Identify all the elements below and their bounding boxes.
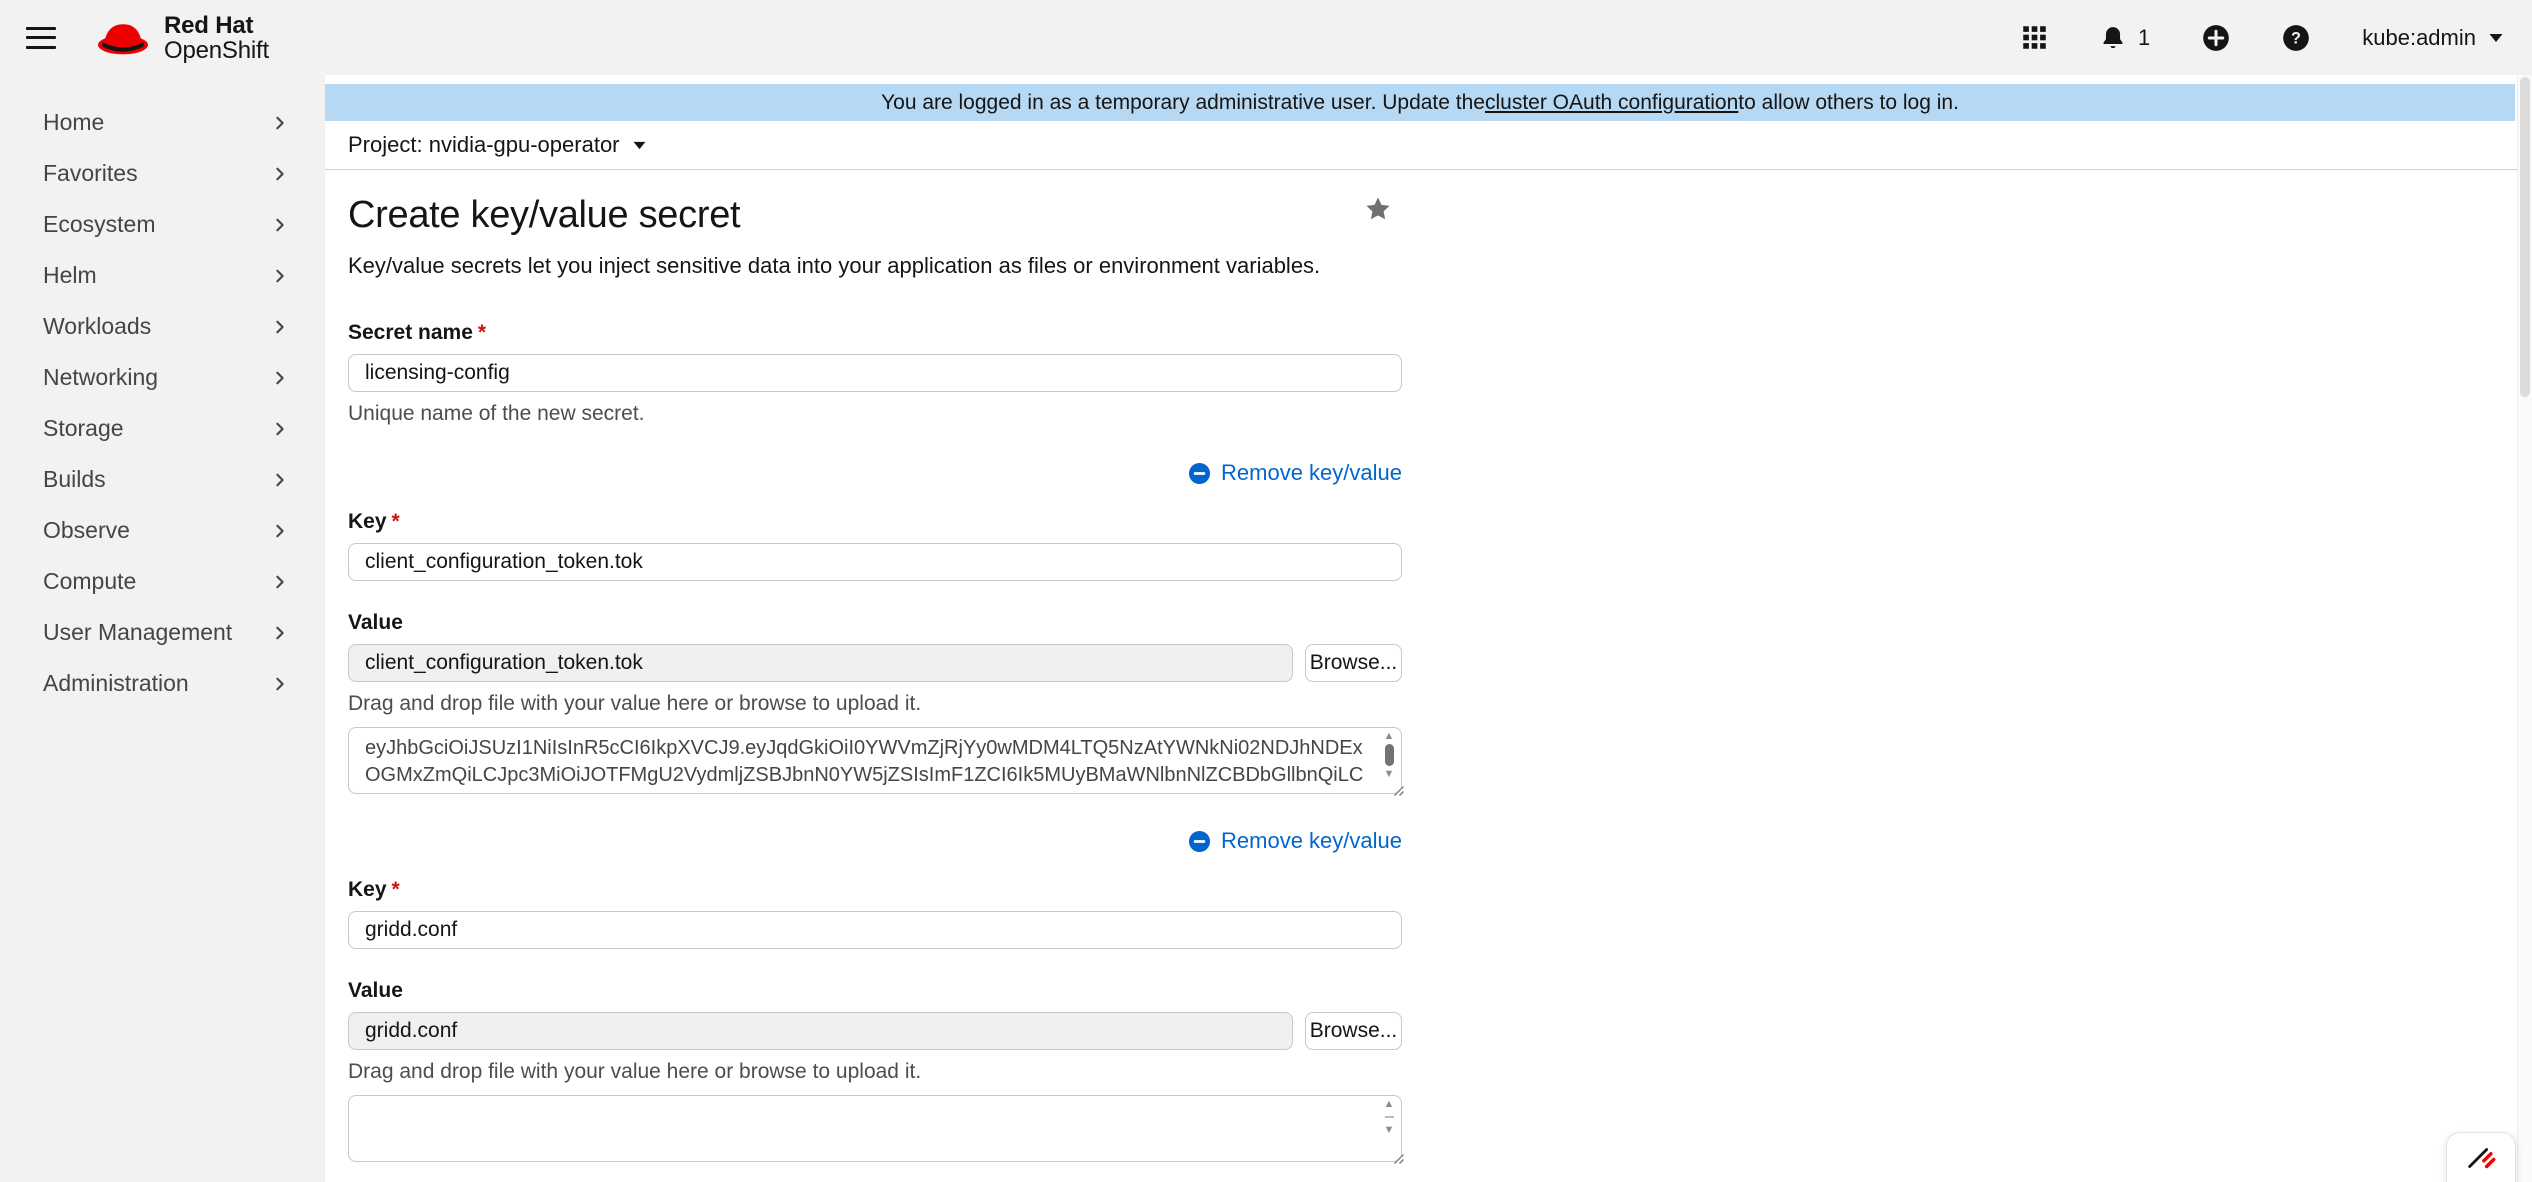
chevron-right-icon (271, 522, 289, 540)
chevron-right-icon (271, 165, 289, 183)
redhat-fedora-icon (92, 16, 154, 60)
page-title: Create key/value secret (348, 194, 2509, 237)
signal-broken-icon (2464, 1141, 2498, 1175)
chevron-right-icon (271, 471, 289, 489)
key-input[interactable] (348, 911, 1402, 949)
caret-down-icon (2488, 32, 2504, 44)
project-label: Project: nvidia-gpu-operator (348, 132, 620, 158)
value-label: Value (348, 979, 1402, 1003)
remove-key-value-button[interactable]: Remove key/value (348, 828, 1402, 854)
secret-name-helper: Unique name of the new secret. (348, 402, 1402, 426)
login-info-banner: You are logged in as a temporary adminis… (325, 84, 2515, 121)
page-header: Create key/value secret Key/value secret… (325, 170, 2532, 279)
svg-text:?: ? (2291, 29, 2301, 47)
textarea-scrollbar[interactable]: ▲▼ (1380, 730, 1398, 791)
value-label: Value (348, 611, 1402, 635)
project-selector[interactable]: Project: nvidia-gpu-operator (348, 132, 647, 158)
brand-text: Red Hat OpenShift (164, 13, 269, 63)
floating-widget[interactable] (2446, 1132, 2516, 1182)
chevron-right-icon (271, 573, 289, 591)
sidebar-item-builds[interactable]: Builds (0, 454, 325, 505)
brand-logo[interactable]: Red Hat OpenShift (92, 13, 269, 63)
key-label: Key* (348, 510, 1402, 534)
chevron-right-icon (271, 267, 289, 285)
required-asterisk: * (392, 878, 400, 901)
username: kube:admin (2362, 25, 2476, 51)
drop-helper: Drag and drop file with your value here … (348, 692, 1402, 716)
page-scrollbar[interactable] (2517, 75, 2532, 1182)
chevron-right-icon (271, 114, 289, 132)
notifications-button[interactable]: 1 (2100, 24, 2150, 52)
app-launcher-icon[interactable] (2021, 24, 2048, 51)
file-name-readonly-input (348, 1012, 1293, 1050)
user-menu[interactable]: kube:admin (2362, 25, 2504, 51)
chevron-right-icon (271, 675, 289, 693)
main-content: You are logged in as a temporary adminis… (325, 75, 2532, 1182)
favorite-star-icon[interactable] (1363, 194, 1393, 229)
sidebar-item-favorites[interactable]: Favorites (0, 148, 325, 199)
notification-count: 1 (2138, 25, 2150, 51)
minus-circle-icon (1188, 462, 1211, 485)
caret-down-icon (632, 140, 647, 151)
secret-value-textarea[interactable] (348, 1095, 1402, 1162)
sidebar-item-ecosystem[interactable]: Ecosystem (0, 199, 325, 250)
secret-value-textarea[interactable]: eyJhbGciOiJSUzI1NiIsInR5cCI6IkpXVCJ9.eyJ… (348, 727, 1402, 794)
page-description: Key/value secrets let you inject sensiti… (348, 253, 2509, 279)
chevron-right-icon (271, 624, 289, 642)
import-icon[interactable] (2202, 24, 2230, 52)
key-label: Key* (348, 878, 1402, 902)
masthead: Red Hat OpenShift 1 (0, 0, 2532, 75)
browse-button[interactable]: Browse... (1305, 1012, 1402, 1050)
sidebar-item-compute[interactable]: Compute (0, 556, 325, 607)
project-bar: Project: nvidia-gpu-operator (325, 121, 2532, 170)
sidebar-item-networking[interactable]: Networking (0, 352, 325, 403)
browse-button[interactable]: Browse... (1305, 644, 1402, 682)
chevron-right-icon (271, 420, 289, 438)
resize-grip-icon[interactable] (1391, 1151, 1405, 1165)
remove-key-value-button[interactable]: Remove key/value (348, 460, 1402, 486)
sidebar-item-helm[interactable]: Helm (0, 250, 325, 301)
sidebar-item-observe[interactable]: Observe (0, 505, 325, 556)
sidebar-item-workloads[interactable]: Workloads (0, 301, 325, 352)
sidebar-item-storage[interactable]: Storage (0, 403, 325, 454)
drop-helper: Drag and drop file with your value here … (348, 1060, 1402, 1084)
sidebar-item-administration[interactable]: Administration (0, 658, 325, 709)
sidebar-item-user-management[interactable]: User Management (0, 607, 325, 658)
chevron-right-icon (271, 318, 289, 336)
textarea-scrollbar[interactable]: ▲▼ (1380, 1098, 1398, 1159)
nav-toggle-icon[interactable] (26, 27, 56, 49)
bell-icon (2100, 24, 2126, 52)
chevron-right-icon (271, 216, 289, 234)
secret-name-label: Secret name* (348, 321, 1402, 345)
minus-circle-icon (1188, 830, 1211, 853)
sidebar-item-home[interactable]: Home (0, 97, 325, 148)
secret-name-input[interactable] (348, 354, 1402, 392)
sidebar-nav: Home Favorites Ecosystem Helm Workloads … (0, 75, 325, 1182)
required-asterisk: * (478, 321, 486, 344)
oauth-config-link[interactable]: cluster OAuth configuration (1485, 91, 1738, 115)
required-asterisk: * (392, 510, 400, 533)
resize-grip-icon[interactable] (1391, 783, 1405, 797)
file-name-readonly-input (348, 644, 1293, 682)
help-icon[interactable]: ? (2282, 24, 2310, 52)
chevron-right-icon (271, 369, 289, 387)
create-secret-form: Secret name* Unique name of the new secr… (325, 279, 1425, 1182)
key-input[interactable] (348, 543, 1402, 581)
openshift-console: Red Hat OpenShift 1 (0, 0, 2532, 1182)
